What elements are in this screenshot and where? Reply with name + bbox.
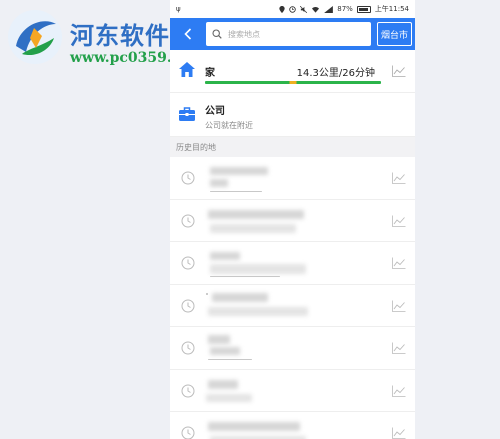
obscured-text xyxy=(206,393,252,402)
trend-icon[interactable] xyxy=(392,215,406,227)
company-label: 公司 xyxy=(205,106,225,117)
company-shortcut[interactable]: 公司 公司就在附近 xyxy=(170,93,415,137)
obscured-text xyxy=(210,276,280,277)
search-input[interactable] xyxy=(228,29,365,39)
history-item[interactable] xyxy=(170,242,415,285)
clock-icon xyxy=(181,384,195,397)
history-item[interactable] xyxy=(170,370,415,412)
briefcase-icon xyxy=(179,107,195,121)
trend-icon[interactable] xyxy=(392,385,406,397)
obscured-text xyxy=(208,422,300,431)
history-item[interactable] xyxy=(170,327,415,370)
home-shortcut[interactable]: 家 14.3公里/26分钟 xyxy=(170,50,415,93)
wifi-icon xyxy=(312,6,320,13)
trend-icon[interactable] xyxy=(392,257,406,269)
traffic-bar xyxy=(205,81,381,84)
history-list xyxy=(170,157,415,439)
usb-icon: ψ xyxy=(176,5,181,13)
history-header: 历史目的地 xyxy=(170,137,415,157)
history-item[interactable] xyxy=(170,285,415,327)
alarm-icon xyxy=(289,5,296,13)
clock-icon xyxy=(181,299,195,312)
obscured-text xyxy=(210,167,268,175)
clock-icon xyxy=(181,214,195,227)
location-icon xyxy=(279,5,285,13)
back-arrow-icon xyxy=(184,28,192,40)
obscured-text xyxy=(210,179,228,187)
obscured-text xyxy=(208,306,308,316)
trend-icon[interactable] xyxy=(392,342,406,354)
watermark-logo xyxy=(8,10,62,64)
home-icon xyxy=(179,62,195,77)
history-item[interactable] xyxy=(170,157,415,200)
company-subtitle: 公司就在附近 xyxy=(205,121,253,130)
obscured-text xyxy=(208,335,230,344)
trend-icon[interactable] xyxy=(392,427,406,439)
battery-icon xyxy=(356,5,371,13)
home-label: 家 xyxy=(205,68,215,79)
trend-icon[interactable] xyxy=(392,172,406,184)
search-box[interactable] xyxy=(206,22,371,46)
obscured-text xyxy=(208,359,252,360)
obscured-text xyxy=(206,292,208,295)
obscured-text xyxy=(210,264,306,274)
mute-icon xyxy=(300,5,308,13)
clock-icon xyxy=(181,341,195,355)
history-item[interactable] xyxy=(170,412,415,439)
obscured-text xyxy=(208,379,238,389)
search-bar: 烟台市 xyxy=(170,18,415,50)
obscured-text xyxy=(212,292,268,302)
trend-icon[interactable] xyxy=(392,65,406,77)
status-time: 上午11:54 xyxy=(374,5,409,13)
home-eta: 14.3公里/26分钟 xyxy=(296,68,375,79)
clock-icon xyxy=(181,171,195,185)
obscured-text xyxy=(210,252,240,260)
signal-icon xyxy=(324,5,334,13)
phone-screen: ψ 87% 上午11:54 烟台市 家 14.3公里/26分钟 xyxy=(170,0,415,439)
back-button[interactable] xyxy=(176,22,200,46)
obscured-text xyxy=(210,347,240,355)
status-bar: ψ 87% 上午11:54 xyxy=(170,0,415,18)
search-icon xyxy=(212,29,222,39)
clock-icon xyxy=(181,426,195,439)
battery-percent: 87% xyxy=(337,5,353,13)
clock-icon xyxy=(181,256,195,270)
obscured-text xyxy=(210,223,296,233)
obscured-text xyxy=(210,191,262,192)
city-button[interactable]: 烟台市 xyxy=(376,22,412,46)
obscured-text xyxy=(208,209,304,219)
trend-icon[interactable] xyxy=(392,300,406,312)
history-item[interactable] xyxy=(170,200,415,242)
